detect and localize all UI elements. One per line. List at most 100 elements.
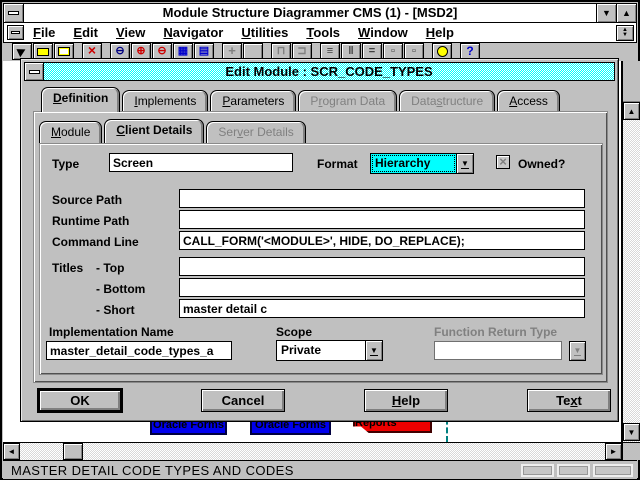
marquee-icon (391, 46, 395, 57)
status-panel (593, 464, 633, 477)
function-return-type-dropdown-button: ▼ (569, 341, 586, 361)
subtab-module[interactable]: Module (39, 121, 102, 143)
title-bar: Module Structure Diagrammer CMS (1) - [M… (3, 3, 637, 23)
tree-right-icon (297, 46, 306, 57)
text-button[interactable]: Text (527, 389, 611, 412)
function-return-type-input (434, 341, 562, 360)
title-top-input[interactable] (179, 257, 585, 276)
scrollbar-thumb[interactable] (63, 443, 83, 460)
frame-icon (58, 47, 70, 56)
grid-icon (178, 46, 188, 57)
tab-access[interactable]: Access (497, 90, 560, 112)
scrollbar-corner (622, 442, 640, 460)
format-dropdown-button[interactable]: ▼ (456, 154, 473, 173)
cancel-button[interactable]: Cancel (201, 389, 285, 412)
tab-parameters[interactable]: Parameters (210, 90, 296, 112)
control-menu-icon (8, 11, 19, 15)
pointer-icon (16, 46, 27, 58)
scroll-down-button[interactable]: ▼ (623, 423, 640, 441)
titles-bottom-label: - Bottom (96, 282, 145, 296)
minimize-button[interactable]: ▼ (596, 4, 616, 22)
format-combobox[interactable]: Hierarchy ▼ (370, 153, 474, 174)
restore-down-icon: ▼ (622, 33, 628, 38)
document-control-menu-button[interactable] (7, 25, 24, 40)
scroll-left-button[interactable]: ◄ (3, 443, 20, 460)
dialog-control-menu-button[interactable] (25, 63, 44, 80)
owned-label: Owned? (518, 157, 565, 171)
status-panels (521, 464, 633, 477)
scroll-up-icon: ▲ (628, 107, 636, 116)
subtab-server-details: Server Details (206, 121, 305, 143)
dialog-title: Edit Module : SCR_CODE_TYPES (44, 63, 614, 80)
status-bar: MASTER DETAIL CODE TYPES AND CODES (3, 460, 637, 479)
dialog-tabs: DefinitionImplementsParametersProgram Da… (41, 87, 562, 112)
runtime-path-input[interactable] (179, 210, 585, 229)
source-path-input[interactable] (179, 189, 585, 208)
menu-item-view[interactable]: View (107, 24, 154, 42)
dropdown-arrow-icon: ▼ (370, 346, 378, 356)
scrollbar-spacer (623, 61, 640, 102)
print-icon (199, 46, 209, 57)
format-label: Format (317, 157, 358, 171)
runtime-path-label: Runtime Path (52, 214, 129, 228)
scroll-right-icon: ► (610, 447, 618, 456)
lock-remove-icon (157, 46, 166, 57)
tree-down-icon (277, 46, 286, 57)
status-message: MASTER DETAIL CODE TYPES AND CODES (3, 463, 521, 478)
minimize-icon: ▼ (602, 8, 611, 18)
ok-button[interactable]: OK (38, 389, 122, 412)
lock-collapse-icon (115, 46, 124, 57)
menu-item-help[interactable]: Help (417, 24, 463, 42)
dropdown-arrow-icon: ▼ (574, 346, 582, 356)
dialog-buttons: OK Cancel Help Text (38, 389, 611, 412)
scope-combobox[interactable]: Private ▼ (276, 340, 383, 361)
subtab-client-details[interactable]: Client Details (104, 119, 204, 143)
help-button[interactable]: Help (364, 389, 448, 412)
scope-dropdown-button[interactable]: ▼ (365, 341, 382, 360)
dropdown-arrow-icon: ▼ (461, 159, 469, 169)
titles-short-label: - Short (96, 303, 135, 317)
maximize-button[interactable]: ▲ (616, 4, 636, 22)
tab-definition[interactable]: Definition (41, 87, 120, 112)
implementation-name-input[interactable] (46, 341, 232, 360)
document-control-menu-icon (11, 31, 20, 34)
menu-item-edit[interactable]: Edit (64, 24, 107, 42)
titles-top-label: - Top (96, 261, 124, 275)
implementation-name-label: Implementation Name (49, 325, 174, 339)
vertical-scrollbar[interactable]: ▲ ▼ (622, 61, 640, 442)
control-menu-button[interactable] (4, 4, 24, 22)
edit-module-dialog: Edit Module : SCR_CODE_TYPES DefinitionI… (20, 58, 619, 422)
tab-implements[interactable]: Implements (122, 90, 208, 112)
horizontal-scrollbar[interactable]: ◄ ► (3, 442, 622, 460)
menu-item-window[interactable]: Window (349, 24, 417, 42)
menu-item-tools[interactable]: Tools (297, 24, 349, 42)
align-center-icon (348, 46, 353, 57)
menu-items: FileEditViewNavigatorUtilitiesToolsWindo… (24, 24, 616, 42)
title-short-input[interactable] (179, 299, 585, 318)
dialog-control-menu-icon (29, 70, 40, 74)
tab-program-data: Program Data (298, 90, 397, 112)
title-bottom-input[interactable] (179, 278, 585, 297)
menu-item-utilities[interactable]: Utilities (232, 24, 297, 42)
function-return-type-label: Function Return Type (434, 325, 557, 339)
titles-label: Titles (52, 261, 83, 275)
align-right-icon (369, 46, 375, 57)
lock-expand-icon (136, 46, 145, 57)
scroll-up-button[interactable]: ▲ (623, 102, 640, 120)
document-restore-button[interactable]: ▲ ▼ (616, 25, 634, 41)
add-node-icon (228, 45, 236, 58)
status-panel (521, 464, 554, 477)
owned-checkbox[interactable]: × (496, 155, 510, 169)
dialog-title-bar[interactable]: Edit Module : SCR_CODE_TYPES (24, 62, 615, 81)
menu-item-file[interactable]: File (24, 24, 64, 42)
type-input[interactable] (109, 153, 293, 172)
menu-bar: FileEditViewNavigatorUtilitiesToolsWindo… (3, 23, 637, 43)
scroll-right-button[interactable]: ► (605, 443, 622, 460)
scroll-down-icon: ▼ (628, 428, 636, 437)
app-window: Module Structure Diagrammer CMS (1) - [M… (0, 0, 640, 480)
maximize-icon: ▲ (622, 8, 631, 18)
menu-item-navigator[interactable]: Navigator (154, 24, 232, 42)
command-line-label: Command Line (52, 235, 139, 249)
status-panel (557, 464, 590, 477)
command-line-input[interactable] (179, 231, 585, 250)
